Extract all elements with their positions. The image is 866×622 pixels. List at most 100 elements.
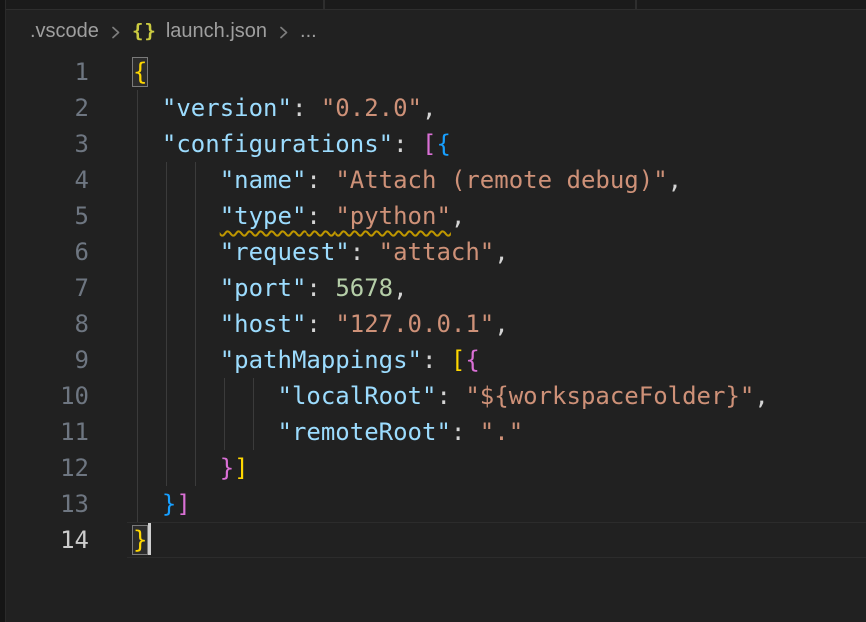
- line-number[interactable]: 6: [0, 234, 105, 270]
- code-line-content[interactable]: "localRoot": "${workspaceFolder}",: [105, 378, 866, 414]
- token: }: [220, 454, 234, 482]
- tab-separator: [635, 0, 637, 9]
- token: }: [133, 526, 147, 554]
- token: "${workspaceFolder}": [465, 382, 754, 410]
- json-file-icon: {}: [132, 20, 157, 42]
- code-line[interactable]: 1{: [0, 54, 866, 90]
- code-line-content[interactable]: }]: [105, 450, 866, 486]
- code-line-content[interactable]: "request": "attach",: [105, 234, 866, 270]
- indent-guide: [137, 342, 138, 378]
- code-line-content[interactable]: "host": "127.0.0.1",: [105, 306, 866, 342]
- code-line[interactable]: 6 "request": "attach",: [0, 234, 866, 270]
- code-line[interactable]: 9 "pathMappings": [{: [0, 342, 866, 378]
- code-line[interactable]: 14}: [0, 522, 866, 558]
- indent-guide: [195, 234, 196, 270]
- breadcrumb-folder[interactable]: .vscode: [30, 20, 99, 43]
- token: :: [350, 238, 379, 266]
- token: ]: [234, 454, 248, 482]
- token: 5678: [335, 274, 393, 302]
- token: :: [306, 166, 335, 194]
- indent-guide: [166, 378, 167, 414]
- token: "0.2.0": [321, 94, 422, 122]
- code-line[interactable]: 4 "name": "Attach (remote debug)",: [0, 162, 866, 198]
- line-number[interactable]: 14: [0, 522, 105, 558]
- code-area[interactable]: 1{2 "version": "0.2.0",3 "configurations…: [0, 52, 866, 622]
- code-line-content[interactable]: "remoteRoot": ".": [105, 414, 866, 450]
- line-number[interactable]: 5: [0, 198, 105, 234]
- token: "127.0.0.1": [335, 310, 494, 338]
- code-line[interactable]: 7 "port": 5678,: [0, 270, 866, 306]
- code-line[interactable]: 12 }]: [0, 450, 866, 486]
- line-number[interactable]: 8: [0, 306, 105, 342]
- code-line[interactable]: 3 "configurations": [{: [0, 126, 866, 162]
- token: :: [451, 418, 480, 446]
- indent-guide: [137, 306, 138, 342]
- token: :: [306, 310, 335, 338]
- line-number[interactable]: 12: [0, 450, 105, 486]
- line-number[interactable]: 4: [0, 162, 105, 198]
- line-number[interactable]: 13: [0, 486, 105, 522]
- code-line-content[interactable]: {: [105, 54, 866, 90]
- code-line-content[interactable]: "configurations": [{: [105, 126, 866, 162]
- token: "version": [162, 94, 292, 122]
- indent-guide: [166, 342, 167, 378]
- line-number[interactable]: 10: [0, 378, 105, 414]
- indent-guide: [195, 378, 196, 414]
- indent-guide: [137, 378, 138, 414]
- token: ,: [451, 202, 465, 230]
- indent-guide: [166, 414, 167, 450]
- token: :: [306, 202, 335, 230]
- token: [: [422, 130, 436, 158]
- chevron-right-icon: [108, 25, 123, 40]
- code-line-content[interactable]: }: [105, 522, 866, 558]
- indent-guide: [137, 486, 138, 522]
- indent-guide: [137, 162, 138, 198]
- line-number[interactable]: 2: [0, 90, 105, 126]
- indent-guide: [195, 450, 196, 486]
- token: :: [306, 274, 335, 302]
- token: "localRoot": [278, 382, 437, 410]
- code-line-content[interactable]: "name": "Attach (remote debug)",: [105, 162, 866, 198]
- line-number[interactable]: 3: [0, 126, 105, 162]
- code-line[interactable]: 11 "remoteRoot": ".": [0, 414, 866, 450]
- token: "Attach (remote debug)": [335, 166, 667, 194]
- token: ,: [422, 94, 436, 122]
- code-line[interactable]: 10 "localRoot": "${workspaceFolder}",: [0, 378, 866, 414]
- indent-guide: [195, 414, 196, 450]
- token: [: [451, 346, 465, 374]
- indent-guide: [137, 198, 138, 234]
- line-number[interactable]: 7: [0, 270, 105, 306]
- code-line[interactable]: 13 }]: [0, 486, 866, 522]
- token: ,: [494, 238, 508, 266]
- code-line[interactable]: 8 "host": "127.0.0.1",: [0, 306, 866, 342]
- code-line-content[interactable]: "version": "0.2.0",: [105, 90, 866, 126]
- line-number[interactable]: 9: [0, 342, 105, 378]
- code-line-content[interactable]: "port": 5678,: [105, 270, 866, 306]
- indent-guide: [195, 342, 196, 378]
- token: "name": [220, 166, 307, 194]
- indent-guide: [137, 234, 138, 270]
- indent-guide: [224, 414, 225, 450]
- current-line-highlight: [127, 522, 866, 558]
- indent-guide: [137, 270, 138, 306]
- line-number[interactable]: 1: [0, 54, 105, 90]
- token: {: [133, 58, 147, 86]
- line-number[interactable]: 11: [0, 414, 105, 450]
- breadcrumb-file[interactable]: launch.json: [166, 20, 267, 43]
- token: :: [292, 94, 321, 122]
- token: "pathMappings": [220, 346, 422, 374]
- token: "type": [220, 202, 307, 230]
- indent-guide: [195, 162, 196, 198]
- code-line-content[interactable]: "pathMappings": [{: [105, 342, 866, 378]
- token: "port": [220, 274, 307, 302]
- token: "request": [220, 238, 350, 266]
- code-line-content[interactable]: }]: [105, 486, 866, 522]
- indent-guide: [166, 450, 167, 486]
- token: :: [436, 382, 465, 410]
- indent-guide: [253, 414, 254, 450]
- breadcrumb-symbol-overflow[interactable]: ...: [300, 20, 317, 43]
- code-line[interactable]: 2 "version": "0.2.0",: [0, 90, 866, 126]
- code-line-content[interactable]: "type": "python",: [105, 198, 866, 234]
- token: ,: [754, 382, 768, 410]
- code-line[interactable]: 5 "type": "python",: [0, 198, 866, 234]
